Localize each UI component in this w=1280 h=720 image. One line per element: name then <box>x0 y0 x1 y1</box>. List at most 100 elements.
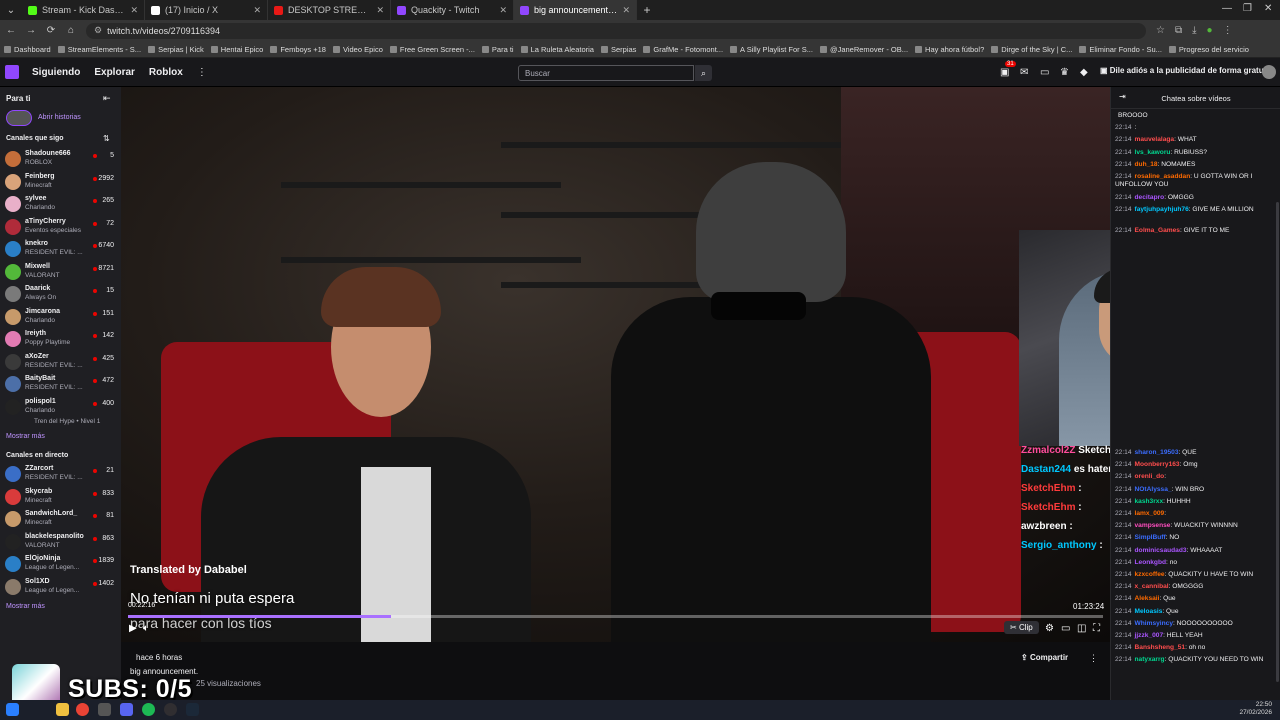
chat-username[interactable]: vampsense <box>1135 522 1171 529</box>
chat-username[interactable]: Meloasis <box>1135 608 1163 615</box>
close-tab-icon[interactable]: ✕ <box>499 5 507 16</box>
chat-username[interactable]: sharon_19503 <box>1135 449 1179 456</box>
bookmark-item[interactable]: Femboys +18 <box>270 45 326 54</box>
prime-icon[interactable]: ♛ <box>1060 67 1069 78</box>
chat-username[interactable]: Eolma_Games <box>1135 227 1180 234</box>
stories-avatar[interactable] <box>6 110 32 126</box>
video-player[interactable]: Zzmalcol2Z Sketch? Dastan244 es hater? Ske… <box>121 87 1110 642</box>
show-more-followed[interactable]: Mostrar más <box>6 433 45 440</box>
chat-username[interactable]: Moonberry163 <box>1135 461 1180 468</box>
sidebar-channel[interactable]: ElOjoNinja League of Legen... 1839 <box>5 554 117 576</box>
browser-tab[interactable]: big announcement. - Twitch ✕ <box>514 0 637 20</box>
bookmark-item[interactable]: Serpias <box>600 45 636 54</box>
twitch-logo-icon[interactable] <box>5 65 19 79</box>
chat-username[interactable]: mauvelalaga <box>1135 136 1175 143</box>
bookmark-item[interactable]: La Ruleta Aleatoria <box>520 45 594 54</box>
bookmark-item[interactable]: Hay ahora fútbol? <box>915 45 984 54</box>
browser-tab[interactable]: (17) Inicio / X ✕ <box>145 0 268 20</box>
bookmark-item[interactable]: Hentai Epico <box>210 45 263 54</box>
chat-username[interactable]: Aleksaii <box>1135 595 1160 602</box>
chat-username[interactable]: kzxcoffee <box>1135 571 1165 578</box>
chat-username[interactable]: Whimsyincy <box>1135 620 1173 627</box>
bookmark-item[interactable]: Dashboard <box>4 45 51 54</box>
search-icon[interactable]: ⌕ <box>695 65 712 81</box>
chat-username[interactable]: faytjuhpayhjuh76 <box>1135 206 1189 213</box>
obs-icon[interactable] <box>164 703 177 716</box>
chat-username[interactable]: Banshsheng_51 <box>1135 644 1186 651</box>
sidebar-channel[interactable]: Jimcarona Charlando 151 <box>5 307 117 329</box>
sidebar-channel[interactable]: Feinberg Minecraft 2992 <box>5 172 117 194</box>
bookmark-item[interactable]: Eliminar Fondo - Su... <box>1079 45 1162 54</box>
browser-tab[interactable]: Quackity - Twitch ✕ <box>391 0 514 20</box>
user-avatar[interactable] <box>1262 65 1276 79</box>
chat-username[interactable]: x_cannibal <box>1135 583 1169 590</box>
close-tab-icon[interactable]: ✕ <box>253 5 261 16</box>
inbox-icon[interactable]: ✉ <box>1020 67 1028 78</box>
search-input[interactable]: Buscar <box>518 65 694 81</box>
folder-icon[interactable] <box>56 703 69 716</box>
app-icon[interactable] <box>98 703 111 716</box>
theatre-mode-icon[interactable]: ▭ <box>1061 623 1070 634</box>
profile-icon[interactable]: ● <box>1207 25 1213 36</box>
bookmark-item[interactable]: Dirge of the Sky | C... <box>991 45 1072 54</box>
bookmark-item[interactable]: Free Green Screen -... <box>389 45 475 54</box>
nav-browse[interactable]: Explorar <box>94 67 135 78</box>
seek-bar[interactable] <box>128 615 1103 618</box>
chat-username[interactable]: SimplBuff <box>1135 534 1166 541</box>
close-tab-icon[interactable]: ✕ <box>622 5 630 16</box>
back-icon[interactable]: ← <box>6 25 16 36</box>
collapse-sidebar-icon[interactable]: ⇤ <box>103 93 111 104</box>
chat-username[interactable]: dominicsaudad3 <box>1135 547 1187 554</box>
sidebar-channel[interactable]: Sol1XD League of Legen... 1402 <box>5 577 117 599</box>
volume-icon[interactable]: 🔈︎ <box>143 623 149 634</box>
bookmark-item[interactable]: StreamElements - S... <box>57 45 141 54</box>
ad-free-button[interactable]: ▣ Dile adiós a la publicidad de forma gr… <box>1100 66 1273 75</box>
open-stories-link[interactable]: Abrir historias <box>38 114 81 121</box>
chat-username[interactable]: jjzzk_007 <box>1135 632 1164 639</box>
forward-icon[interactable]: → <box>26 25 36 36</box>
chat-username[interactable]: lvs_kaworu <box>1135 149 1171 156</box>
bookmark-item[interactable]: Para ti <box>481 45 514 54</box>
sidebar-channel[interactable]: blackelespanolito VALORANT 863 <box>5 532 117 554</box>
maximize-icon[interactable]: ❐ <box>1243 3 1252 14</box>
more-icon[interactable]: ⋮ <box>1089 653 1098 664</box>
close-tab-icon[interactable]: ✕ <box>130 5 138 16</box>
home-icon[interactable]: ⌂ <box>66 25 76 36</box>
bookmark-star-icon[interactable]: ☆ <box>1156 25 1165 36</box>
site-info-icon[interactable]: ⚙ <box>94 25 102 36</box>
discord-icon[interactable] <box>120 703 133 716</box>
bookmark-item[interactable]: GrafMe - Fotomont... <box>643 45 723 54</box>
sidebar-channel[interactable]: SandwichLord_ Minecraft 81 <box>5 509 117 531</box>
chat-username[interactable]: decitapro <box>1135 194 1165 201</box>
downloads-icon[interactable]: ⤓ <box>1192 25 1196 36</box>
pip-icon[interactable]: ◫ <box>1077 623 1086 634</box>
reload-icon[interactable]: ⟳ <box>46 25 56 36</box>
sidebar-channel[interactable]: BaityBait RESIDENT EVIL: ... 472 <box>5 374 117 396</box>
chat-username[interactable]: rosaline_asaddan <box>1135 173 1191 180</box>
chrome-icon[interactable] <box>76 703 89 716</box>
sidebar-channel[interactable]: Mixwell VALORANT 8721 <box>5 262 117 284</box>
sidebar-channel[interactable]: sylvee Charlando 265 <box>5 194 117 216</box>
browser-tab[interactable]: Stream - Kick Dashboard ✕ <box>22 0 145 20</box>
sidebar-channel[interactable]: polispol1 Charlando 400 <box>5 397 117 419</box>
chat-username[interactable]: lamx_009 <box>1135 510 1165 517</box>
extensions-icon[interactable]: ⧉ <box>1175 25 1182 36</box>
menu-icon[interactable]: ⋮ <box>1223 25 1233 36</box>
browser-tab[interactable]: DESKTOP STREAM FT. MR.BEAST ✕ <box>268 0 391 20</box>
settings-icon[interactable]: ⚙ <box>1045 623 1054 634</box>
gift-icon[interactable]: ▣ <box>1000 67 1009 78</box>
minimize-icon[interactable]: — <box>1222 3 1232 14</box>
sort-icon[interactable]: ⇅ <box>103 134 110 143</box>
tab-search-icon[interactable]: ⌄ <box>6 5 16 16</box>
nav-roblox[interactable]: Roblox <box>149 67 183 78</box>
nav-following[interactable]: Siguiendo <box>32 67 80 78</box>
show-more-live[interactable]: Mostrar más <box>6 603 45 610</box>
chat-username[interactable]: NOtAlyssa_ <box>1135 486 1172 493</box>
steam-icon[interactable] <box>186 703 199 716</box>
bookmark-item[interactable]: @JaneRemover - OB... <box>819 45 908 54</box>
play-icon[interactable]: ▶ <box>129 623 137 634</box>
sidebar-channel[interactable]: aXoZer RESIDENT EVIL: ... 425 <box>5 352 117 374</box>
sidebar-channel[interactable]: Shadoune666 ROBLOX 5 <box>5 149 117 171</box>
spotify-icon[interactable] <box>142 703 155 716</box>
sidebar-channel[interactable]: Ireiyth Poppy Playtime 142 <box>5 329 117 351</box>
